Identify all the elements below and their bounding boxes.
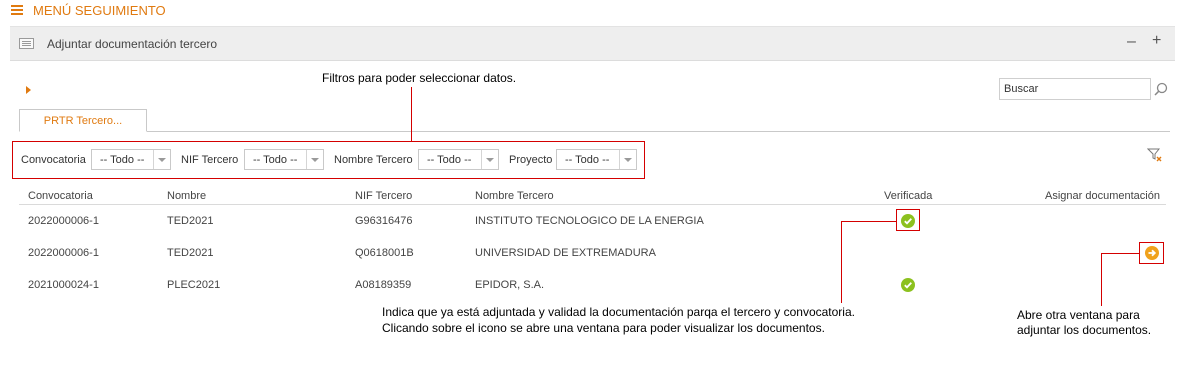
expand-button[interactable]: + <box>1152 32 1161 50</box>
verificada-annotation-box <box>896 209 920 231</box>
column-header-asignar-documentacion[interactable]: Asignar documentación <box>1045 190 1160 202</box>
filter-proyecto-select[interactable]: -- Todo -- <box>556 149 637 170</box>
verificada-annotation-line-h <box>841 221 896 222</box>
table-row-1-convocatoria: 2022000006-1 <box>28 215 99 227</box>
table-row-2-nombre-tercero: UNIVERSIDAD DE EXTREMADURA <box>475 247 656 259</box>
column-header-convocatoria[interactable]: Convocatoria <box>28 190 93 202</box>
verificada-annotation-text-2: Clicando sobre el icono se abre una vent… <box>382 321 825 335</box>
filter-nif-tercero-value: -- Todo -- <box>253 154 298 166</box>
verificada-annotation-text-1: Indica que ya está adjuntada y validad l… <box>382 305 855 319</box>
column-header-nombre[interactable]: Nombre <box>167 190 206 202</box>
chevron-down-icon[interactable] <box>306 150 323 169</box>
list-icon <box>19 38 34 49</box>
filter-convocatoria-value: -- Todo -- <box>100 154 145 166</box>
filter-nombre-tercero-select[interactable]: -- Todo -- <box>418 149 499 170</box>
filter-convocatoria-select[interactable]: -- Todo -- <box>91 149 171 170</box>
panel-title: Adjuntar documentación tercero <box>47 37 218 51</box>
filters-annotation-text: Filtros para poder seleccionar datos. <box>322 71 517 85</box>
menu-title[interactable]: MENÚ SEGUIMIENTO <box>33 3 166 18</box>
column-header-nif-tercero[interactable]: NIF Tercero <box>355 190 412 202</box>
filters-annotation-line <box>411 87 412 142</box>
chevron-down-icon[interactable] <box>619 150 636 169</box>
table-row-2-nombre: TED2021 <box>167 247 214 259</box>
table-row-3-nombre-tercero: EPIDOR, S.A. <box>475 279 545 291</box>
asignar-annotation-text-1: Abre otra ventana para <box>1017 308 1140 322</box>
filter-label-nif-tercero: NIF Tercero <box>181 154 239 166</box>
table-row-3-nombre: PLEC2021 <box>167 279 221 291</box>
verified-check-icon[interactable] <box>901 278 915 292</box>
search-icon[interactable] <box>1154 82 1168 96</box>
chevron-down-icon[interactable] <box>481 150 498 169</box>
filter-label-proyecto: Proyecto <box>509 154 553 166</box>
search-input[interactable] <box>999 78 1151 100</box>
table-row-2-nif: Q0618001B <box>355 247 414 259</box>
table-row-3-convocatoria: 2021000024-1 <box>28 279 99 291</box>
asignar-annotation-line-v <box>1101 253 1102 306</box>
table-row-1-nombre: TED2021 <box>167 215 214 227</box>
column-header-verificada[interactable]: Verificada <box>884 190 932 202</box>
panel-header: Adjuntar documentación tercero – + <box>10 26 1175 61</box>
toggle-filters-arrow-icon[interactable] <box>26 86 31 94</box>
table-row-2-convocatoria: 2022000006-1 <box>28 247 99 259</box>
clear-filter-icon[interactable] <box>1147 147 1163 163</box>
filter-nombre-tercero-value: -- Todo -- <box>427 154 472 166</box>
tab-bar-divider <box>19 131 1170 132</box>
table-row-3-nif: A08189359 <box>355 279 412 291</box>
filter-nif-tercero-select[interactable]: -- Todo -- <box>244 149 324 170</box>
asignar-annotation-text-2: adjuntar los documentos. <box>1017 323 1152 337</box>
table-row-1-nombre-tercero: INSTITUTO TECNOLOGICO DE LA ENERGIA <box>475 215 704 227</box>
table-header-divider <box>19 204 1166 205</box>
filter-label-convocatoria: Convocatoria <box>21 154 86 166</box>
filter-proyecto-value: -- Todo -- <box>565 154 610 166</box>
verificada-annotation-line-v <box>841 221 842 303</box>
menu-bar: MENÚ SEGUIMIENTO <box>0 0 1182 24</box>
chevron-down-icon[interactable] <box>153 150 170 169</box>
table-row-1-nif: G96316476 <box>355 215 413 227</box>
tab-prtr-tercero[interactable]: PRTR Tercero... <box>19 109 147 132</box>
collapse-button[interactable]: – <box>1127 33 1136 51</box>
asignar-annotation-line-h <box>1101 253 1139 254</box>
column-header-nombre-tercero[interactable]: Nombre Tercero <box>475 190 554 202</box>
filter-label-nombre-tercero: Nombre Tercero <box>334 154 413 166</box>
asignar-annotation-box <box>1139 242 1164 264</box>
hamburger-menu-icon[interactable] <box>11 5 23 16</box>
